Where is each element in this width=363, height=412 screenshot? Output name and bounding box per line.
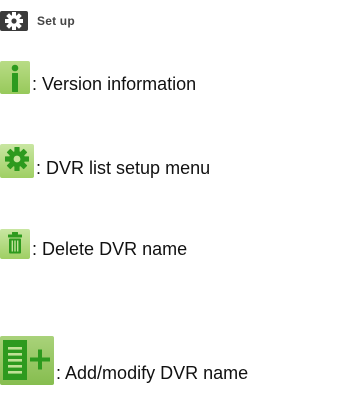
setup-label: Set up [37,14,75,28]
legend-text-version: : Version information [32,74,197,94]
legend-text-dvr-setup: : DVR list setup menu [36,158,211,178]
legend-text-add: : Add/modify DVR name [56,363,249,383]
legend-item-add: : Add/modify DVR name [0,336,248,385]
setup-header: Set up [0,11,75,31]
add-list-icon [0,336,54,385]
legend-text-delete: : Delete DVR name [32,239,188,259]
legend-item-dvr-setup: : DVR list setup menu [0,144,210,178]
setup-gear-icon [0,11,28,31]
legend-item-delete: : Delete DVR name [0,229,187,259]
trash-icon [0,229,30,259]
info-icon [0,61,30,94]
legend-item-version: : Version information [0,61,196,94]
gear-icon [0,144,34,178]
